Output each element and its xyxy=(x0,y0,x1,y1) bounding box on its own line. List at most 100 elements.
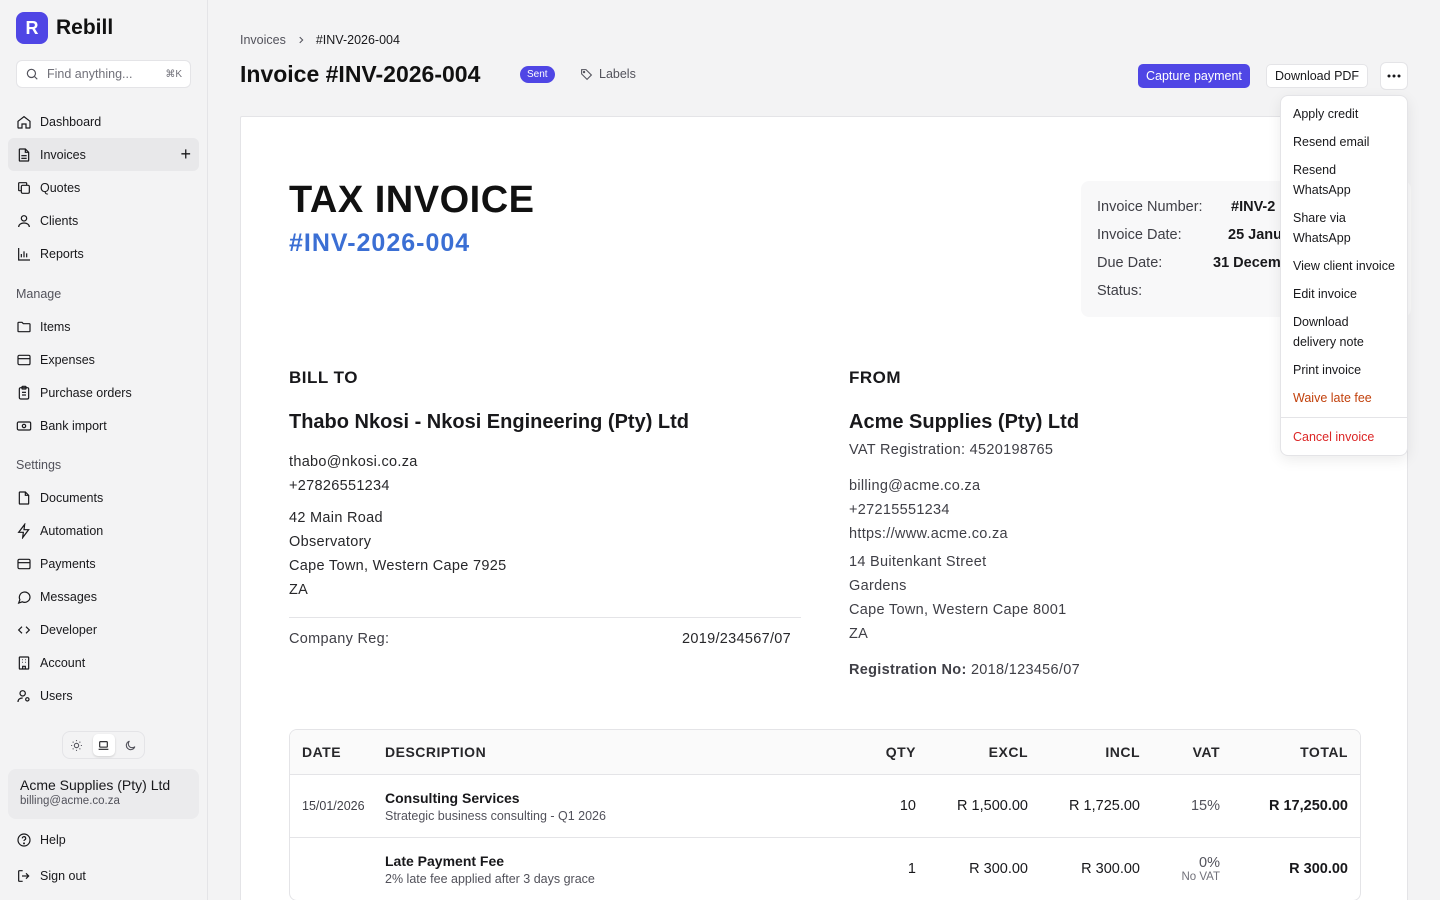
sidebar-item-label: Documents xyxy=(40,490,104,505)
breadcrumb-invoices-link[interactable]: Invoices xyxy=(240,33,286,47)
cell-total: R 300.00 xyxy=(1289,861,1348,877)
more-actions-button[interactable] xyxy=(1380,62,1408,90)
add-invoice-button[interactable]: + xyxy=(180,145,191,163)
chat-icon xyxy=(17,590,31,604)
menu-item-cancel-invoice[interactable]: Cancel invoice xyxy=(1281,423,1407,451)
table-row: 15/01/2026 Consulting Services Strategic… xyxy=(290,774,1360,837)
search-input[interactable]: Find anything... ⌘K xyxy=(16,60,191,88)
sidebar-item-label: Account xyxy=(40,655,86,670)
meta-value: 25 Janu xyxy=(1228,227,1282,243)
account-switcher[interactable]: Acme Supplies (Pty) Ltd billing@acme.co.… xyxy=(8,769,199,819)
clipboard-icon xyxy=(18,385,30,400)
sidebar-item-items[interactable]: Items xyxy=(8,310,199,343)
status-badge: Sent xyxy=(520,66,555,83)
client-address-line: Observatory xyxy=(289,534,372,550)
sidebar-item-label: Payments xyxy=(40,556,96,571)
sidebar-item-help[interactable]: Help xyxy=(8,823,199,856)
document-icon xyxy=(18,147,30,162)
menu-item-resend-whatsapp[interactable]: Resend WhatsApp xyxy=(1281,156,1407,204)
meta-label: Invoice Date: xyxy=(1097,227,1182,243)
sidebar-item-quotes[interactable]: Quotes xyxy=(8,171,199,204)
cell-excl: R 1,500.00 xyxy=(957,798,1028,814)
vat-rate: 0% xyxy=(1199,855,1220,871)
sun-icon xyxy=(71,739,82,751)
menu-item-apply-credit[interactable]: Apply credit xyxy=(1281,100,1407,128)
supplier-address-line: Gardens xyxy=(849,578,907,594)
sidebar-item-documents[interactable]: Documents xyxy=(8,481,199,514)
menu-item-share-whatsapp[interactable]: Share via WhatsApp xyxy=(1281,204,1407,252)
breadcrumb: Invoices #INV-2026-004 xyxy=(240,33,400,47)
card-icon xyxy=(17,354,31,365)
chevron-right-icon xyxy=(299,36,304,44)
menu-item-view-client-invoice[interactable]: View client invoice xyxy=(1281,252,1407,280)
meta-value: #INV-2 xyxy=(1231,199,1276,215)
primary-nav: Dashboard Invoices + Quotes Clients Repo… xyxy=(8,105,199,270)
search-shortcut: ⌘K xyxy=(165,68,182,80)
light-theme-button[interactable] xyxy=(66,734,88,756)
sidebar-item-messages[interactable]: Messages xyxy=(8,580,199,613)
sidebar-item-label: Clients xyxy=(40,213,79,228)
system-theme-button[interactable] xyxy=(92,734,115,756)
cell-excl: R 300.00 xyxy=(969,861,1028,877)
cell-incl: R 300.00 xyxy=(1081,861,1140,877)
sidebar-item-purchase-orders[interactable]: Purchase orders xyxy=(8,376,199,409)
moon-icon xyxy=(125,740,136,750)
cell-qty: 1 xyxy=(907,861,916,877)
banknote-icon xyxy=(16,420,32,431)
table-row: Late Payment Fee 2% late fee applied aft… xyxy=(290,837,1360,900)
sidebar-item-expenses[interactable]: Expenses xyxy=(8,343,199,376)
cell-vat: 0% No VAT xyxy=(1140,855,1220,883)
supplier-reg-label: Registration No: xyxy=(849,662,967,678)
sidebar-item-payments[interactable]: Payments xyxy=(8,547,199,580)
download-pdf-button[interactable]: Download PDF xyxy=(1266,64,1369,88)
sidebar-item-automation[interactable]: Automation xyxy=(8,514,199,547)
capture-payment-button[interactable]: Capture payment xyxy=(1138,64,1250,88)
sidebar-item-account[interactable]: Account xyxy=(8,646,199,679)
item-name: Late Payment Fee xyxy=(385,852,505,869)
dark-theme-button[interactable] xyxy=(120,734,142,756)
table-header-row: DATE DESCRIPTION QTY EXCL INCL VAT TOTAL xyxy=(290,730,1360,774)
sidebar-item-label: Bank import xyxy=(40,418,107,433)
sidebar-item-developer[interactable]: Developer xyxy=(8,613,199,646)
sidebar-item-invoices[interactable]: Invoices + xyxy=(8,138,199,171)
sidebar-item-reports[interactable]: Reports xyxy=(8,237,199,270)
sidebar-item-clients[interactable]: Clients xyxy=(8,204,199,237)
account-email: billing@acme.co.za xyxy=(20,795,120,807)
sidebar-item-label: Messages xyxy=(40,589,97,604)
account-name: Acme Supplies (Pty) Ltd xyxy=(20,777,171,793)
brand[interactable]: R Rebill xyxy=(16,12,113,44)
menu-item-download-delivery-note[interactable]: Download delivery note xyxy=(1281,308,1407,356)
labels-label: Labels xyxy=(599,67,636,81)
menu-item-print-invoice[interactable]: Print invoice xyxy=(1281,356,1407,384)
sidebar-item-users[interactable]: Users xyxy=(8,679,199,712)
section-title-manage: Manage xyxy=(16,286,62,301)
column-header: DESCRIPTION xyxy=(385,744,487,760)
client-name: Thabo Nkosi - Nkosi Engineering (Pty) Lt… xyxy=(289,411,690,433)
vat-rate: 15% xyxy=(1190,798,1220,814)
cell-date: 15/01/2026 xyxy=(302,799,365,813)
supplier-address-line: ZA xyxy=(849,626,869,642)
column-header: DATE xyxy=(302,744,342,760)
supplier-address-line: Cape Town, Western Cape 8001 xyxy=(849,602,1067,618)
settings-nav: Settings Documents Automation Payments M… xyxy=(8,448,199,712)
cell-description: Consulting Services Strategic business c… xyxy=(385,790,825,823)
brand-logo: R xyxy=(16,12,48,44)
invoice-number: #INV-2026-004 xyxy=(289,229,471,257)
help-icon xyxy=(17,832,31,847)
cell-incl: R 1,725.00 xyxy=(1069,798,1140,814)
column-header: TOTAL xyxy=(1300,744,1348,760)
labels-button[interactable]: Labels xyxy=(580,67,636,81)
sidebar-item-label: Automation xyxy=(40,523,104,538)
menu-item-waive-late-fee[interactable]: Waive late fee xyxy=(1281,384,1407,412)
menu-item-edit-invoice[interactable]: Edit invoice xyxy=(1281,280,1407,308)
tag-icon xyxy=(581,68,593,80)
folder-icon xyxy=(17,321,31,332)
sidebar-item-sign-out[interactable]: Sign out xyxy=(8,859,199,892)
sidebar-item-dashboard[interactable]: Dashboard xyxy=(8,105,199,138)
sidebar-item-bank-import[interactable]: Bank import xyxy=(8,409,199,442)
sidebar-item-label: Developer xyxy=(40,622,97,637)
sidebar: R Rebill Find anything... ⌘K Dashboard I… xyxy=(0,0,208,900)
menu-item-resend-email[interactable]: Resend email xyxy=(1281,128,1407,156)
supplier-vat: VAT Registration: 4520198765 xyxy=(849,442,1054,458)
invoice-document: TAX INVOICE #INV-2026-004 Invoice Number… xyxy=(240,116,1411,900)
